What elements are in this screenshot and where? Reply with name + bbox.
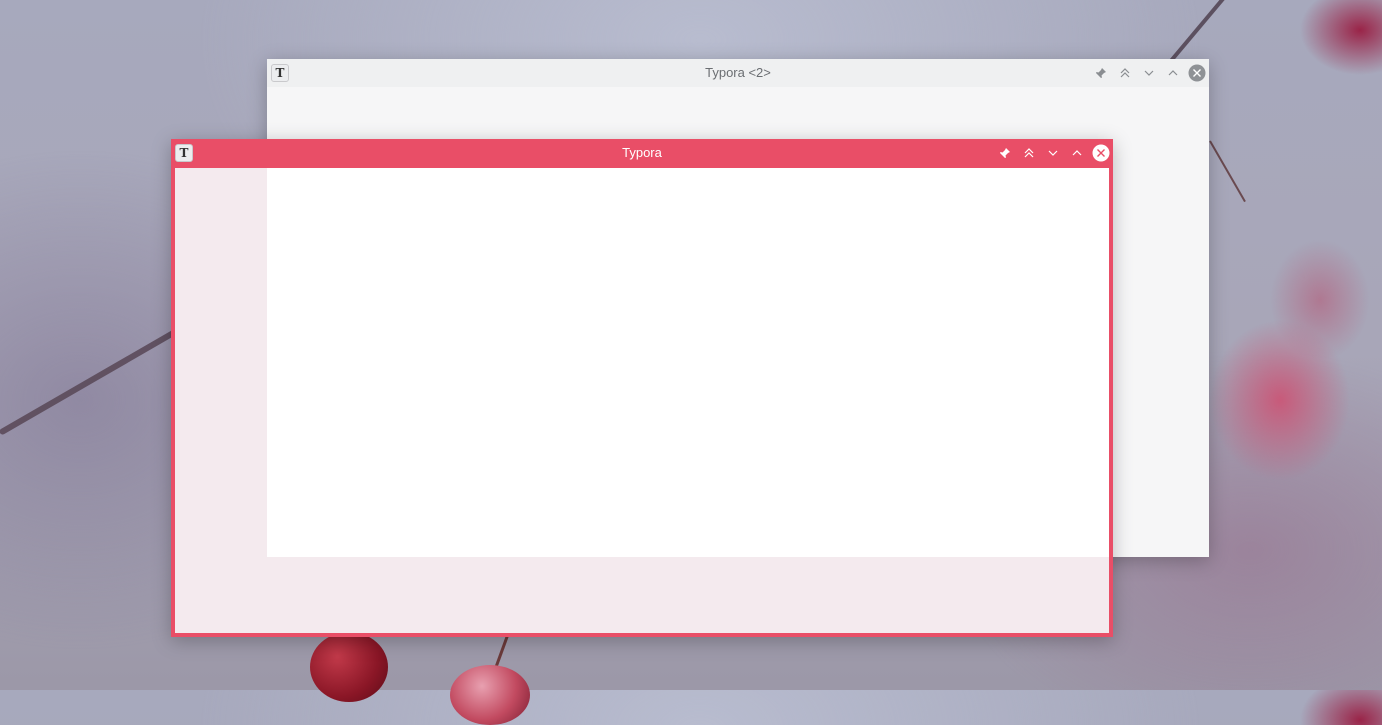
titlebar[interactable]: T Typora <2>	[267, 59, 1209, 87]
keep-above-icon[interactable]	[1019, 143, 1039, 163]
keep-above-icon[interactable]	[1115, 63, 1135, 83]
wallpaper-berry	[450, 665, 530, 725]
document-editor-area[interactable]	[267, 168, 1109, 557]
window-controls	[995, 143, 1111, 163]
pin-icon[interactable]	[995, 143, 1015, 163]
window-title: Typora <2>	[705, 65, 771, 80]
close-icon[interactable]	[1091, 143, 1111, 163]
titlebar[interactable]: T Typora	[171, 139, 1113, 167]
wallpaper-berry	[310, 632, 388, 702]
minimize-icon[interactable]	[1139, 63, 1159, 83]
window-title: Typora	[622, 145, 662, 160]
wallpaper-twig	[1209, 140, 1246, 203]
close-icon[interactable]	[1187, 63, 1207, 83]
minimize-icon[interactable]	[1043, 143, 1063, 163]
window-controls	[1091, 63, 1207, 83]
maximize-icon[interactable]	[1163, 63, 1183, 83]
pin-icon[interactable]	[1091, 63, 1111, 83]
wallpaper-branch	[1168, 0, 1249, 64]
maximize-icon[interactable]	[1067, 143, 1087, 163]
